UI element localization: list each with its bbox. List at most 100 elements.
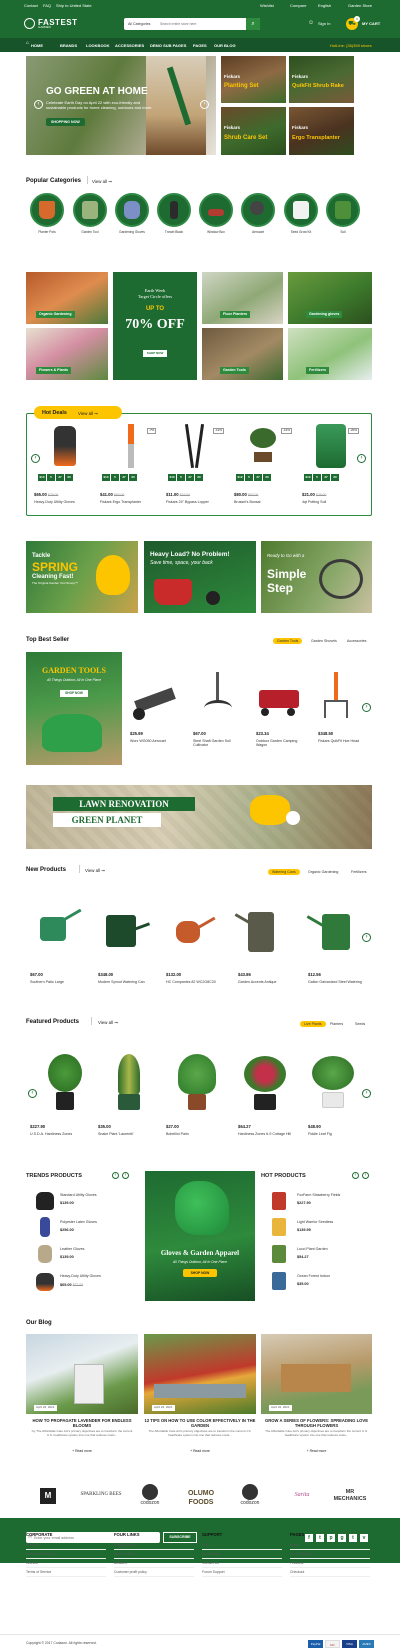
search-input[interactable] <box>160 20 240 28</box>
product-name[interactable]: Outdoor Garden Camping Wagon <box>256 739 308 748</box>
product-name[interactable]: Bobellini Palm <box>166 1132 189 1136</box>
promo-center-offer[interactable]: Earth Week Target Circle offers UP TO 70… <box>113 272 197 380</box>
category-seed-grow-kit[interactable] <box>284 193 318 227</box>
wishlist-link[interactable]: Wishlist <box>260 3 274 8</box>
new-products-view-all[interactable]: View all ➞ <box>85 868 105 874</box>
brand-logo[interactable]: codozon <box>230 1484 270 1506</box>
product-thumb[interactable] <box>40 1217 50 1237</box>
promo-organic-gardening[interactable]: Organic Gardening <box>26 272 108 324</box>
brand-logo[interactable]: codozon <box>130 1484 170 1506</box>
product-image[interactable] <box>98 905 153 955</box>
product-name[interactable]: Standard Utility Gloves <box>60 1193 97 1197</box>
product-thumb[interactable] <box>36 1273 54 1291</box>
tab-watering-cans[interactable]: Watering Cans <box>268 869 300 876</box>
promo-shop-now-button[interactable]: SHOP NOW <box>143 350 167 357</box>
featured-prev-icon[interactable]: ‹ <box>28 1089 37 1098</box>
nav-accessories[interactable]: ACCESSORIES <box>115 43 144 48</box>
product-name[interactable]: U.S.D.A. Hardiness Zones <box>30 1132 72 1136</box>
hot-products-prev-icon[interactable]: ‹ <box>352 1172 359 1179</box>
tab-fertilizers[interactable]: Fertilizers <box>347 869 371 875</box>
promo-floor-planters[interactable]: Floor Planters <box>202 272 283 324</box>
cart-label[interactable]: MY CART <box>362 21 380 26</box>
signin-link[interactable]: Sign In <box>318 21 330 26</box>
product-name[interactable]: Hardiness Zones 6-9 Cottage Hill <box>238 1132 291 1136</box>
brand-logo[interactable]: Sarita <box>282 1492 322 1500</box>
trends-next-icon[interactable]: › <box>122 1172 129 1179</box>
product-name[interactable]: Fiskars 24" Bypass Lopper <box>166 500 209 504</box>
blog-image[interactable] <box>261 1334 372 1414</box>
tab-seeds[interactable]: Seeds <box>351 1021 369 1027</box>
category-aerocart[interactable] <box>241 193 275 227</box>
product-thumb[interactable] <box>272 1272 286 1290</box>
hero-next-icon[interactable]: › <box>200 100 209 109</box>
category-window-box[interactable] <box>199 193 233 227</box>
gloves-banner[interactable]: Gloves & Garden Apparel All Things Outdo… <box>145 1171 255 1301</box>
blog-post-title[interactable]: 12 TIPS ON HOW TO USE COLOR EFFECTIVELY … <box>144 1418 256 1429</box>
nav-demo-sub-pages[interactable]: DEMO SUB PAGES <box>150 43 186 48</box>
hero-slider[interactable]: GO GREEN AT HOME Celebrate Earth Day on … <box>26 56 216 155</box>
brand-logo[interactable]: SPARKLING BEES <box>76 1492 126 1498</box>
category-gardening-gloves[interactable] <box>115 193 149 227</box>
blog-image[interactable] <box>26 1334 138 1414</box>
best-seller-next-icon[interactable]: › <box>362 703 371 712</box>
language-select[interactable]: English <box>318 3 331 8</box>
product-image[interactable] <box>308 1052 358 1118</box>
product-image[interactable] <box>253 672 308 727</box>
blog-image[interactable] <box>144 1334 256 1414</box>
product-name[interactable]: Brussel's Bonsai <box>234 500 260 504</box>
product-image[interactable] <box>316 672 356 727</box>
product-image[interactable] <box>172 1052 222 1118</box>
tab-garden-shovels[interactable]: Garden Shovels <box>307 638 341 644</box>
product-image[interactable] <box>30 905 85 950</box>
product-name[interactable]: HC Companies 82 WC2G8C20 <box>166 980 216 984</box>
search-button[interactable]: ⌕ <box>246 18 260 30</box>
trends-prev-icon[interactable]: ‹ <box>112 1172 119 1179</box>
promo-gardening-gloves[interactable]: Gardening gloves <box>288 272 372 324</box>
product-name[interactable]: Heavy-Duty Utility Gloves <box>60 1274 101 1278</box>
product-name[interactable]: Snake Plant 'Laurentii' <box>98 1132 134 1136</box>
nav-home[interactable]: HOME <box>31 43 43 48</box>
product-name[interactable]: Modern Sprout Watering Can <box>98 980 145 984</box>
read-more-link[interactable]: + Read more <box>261 1449 372 1453</box>
compare-link[interactable]: Compare <box>290 3 306 8</box>
hero-tile-ergo-transplanter[interactable]: Fiskars Ergo Transplanter <box>289 107 354 155</box>
category-planter-pots[interactable] <box>30 193 64 227</box>
category-trowel-black[interactable] <box>157 193 191 227</box>
hot-deals-next-icon[interactable]: › <box>357 454 366 463</box>
product-image[interactable] <box>240 1052 290 1118</box>
featured-next-icon[interactable]: › <box>362 1089 371 1098</box>
best-seller-banner[interactable]: GARDEN TOOLS All Things Outdoor, All In … <box>26 652 122 765</box>
blog-post-title[interactable]: HOW TO PROPAGATE LAVENDER FOR ENDLESS BL… <box>26 1418 138 1429</box>
product-name[interactable]: Garden Accents Antique <box>238 980 277 984</box>
product-name[interactable]: Lucci Plant Garden <box>297 1247 328 1251</box>
banner-heavy-load[interactable]: Heavy Load? No Problem! Save time, space… <box>144 541 256 613</box>
store-select[interactable]: Garden Store <box>348 3 372 8</box>
product-image[interactable] <box>127 672 182 727</box>
tab-accessories[interactable]: Accessories <box>343 638 370 644</box>
hot-deals-view-all[interactable]: View all ➞ <box>78 411 98 417</box>
hero-tile-shrub-rake[interactable]: Fiskars QuikFit Shrub Rake <box>289 56 354 103</box>
product-name[interactable]: Ocean Forest Indoor <box>297 1274 330 1278</box>
product-name[interactable]: Southern Patio Large <box>30 980 64 984</box>
user-icon[interactable]: ☺ <box>308 20 314 28</box>
new-products-next-icon[interactable]: › <box>362 933 371 942</box>
brand-logo[interactable]: OLUMO FOODS <box>176 1490 226 1508</box>
lawn-renovation-banner[interactable]: LAWN RENOVATION GREEN PLANET <box>26 785 372 849</box>
product-thumb[interactable] <box>36 1192 54 1210</box>
product-name[interactable]: Fiskars QuikFit Hoe Head <box>318 739 370 743</box>
hero-tile-planting-set[interactable]: Fiskars Planting Set <box>221 56 286 103</box>
faq-link[interactable]: FAQ <box>43 3 51 8</box>
contact-link[interactable]: Contact <box>24 3 38 8</box>
product-name[interactable]: 4qt Potting Soil <box>302 500 326 504</box>
product-name[interactable]: Fiskars Ergo Transplanter <box>100 500 141 504</box>
banner-spring-cleaning[interactable]: Tackle SPRING Cleaning Fast! The Origina… <box>26 541 138 613</box>
ship-to-link[interactable]: Ship to United State <box>56 3 92 8</box>
read-more-link[interactable]: + Read more <box>26 1449 138 1453</box>
product-thumb[interactable] <box>38 1245 52 1263</box>
category-soil[interactable] <box>326 193 360 227</box>
brand-logo[interactable]: MR MECHANICS <box>330 1489 370 1503</box>
nav-blog[interactable]: OUR BLOG <box>214 43 236 48</box>
read-more-link[interactable]: + Read more <box>144 1449 256 1453</box>
category-garden-tool[interactable] <box>73 193 107 227</box>
product-name[interactable]: FoxFarm Strawberry Fields <box>297 1193 340 1197</box>
